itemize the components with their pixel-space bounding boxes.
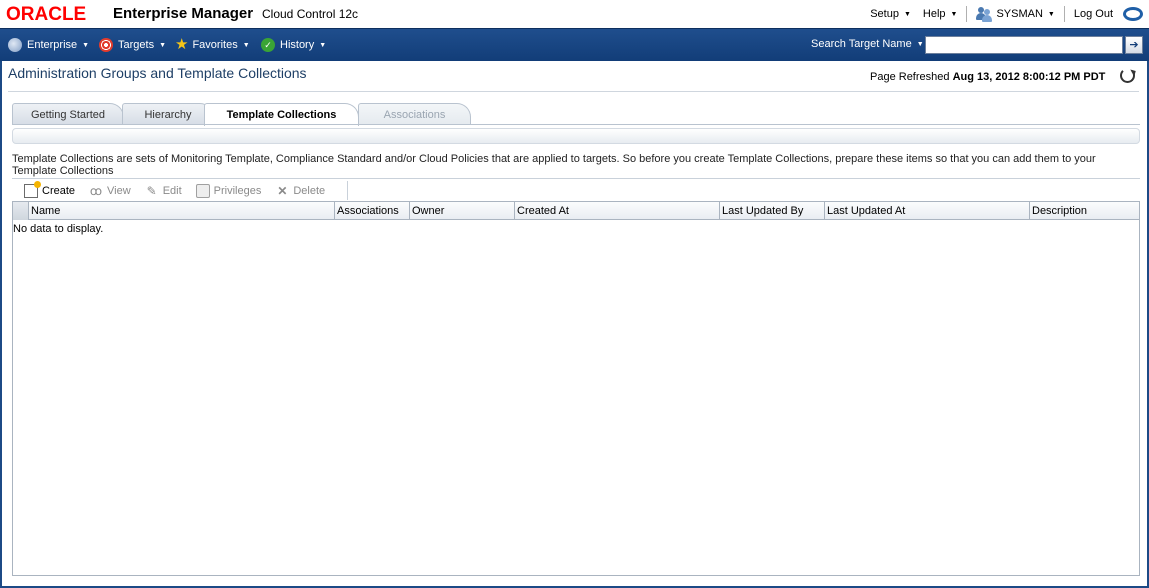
enterprise-icon <box>8 38 22 52</box>
star-icon: ★ <box>175 36 189 53</box>
column-header-associations[interactable]: Associations <box>335 202 410 220</box>
tab-panel-header <box>12 128 1140 144</box>
privileges-label: Privileges <box>213 184 262 197</box>
tab-getting-started[interactable]: Getting Started <box>12 103 124 125</box>
refresh-timestamp: Aug 13, 2012 8:00:12 PM PDT <box>952 71 1106 83</box>
branding-bar: ORACLE Enterprise Manager Cloud Control … <box>0 0 1149 28</box>
column-header-owner[interactable]: Owner <box>410 202 515 220</box>
refresh-prefix: Page Refreshed <box>870 71 950 83</box>
product-edition: Cloud Control 12c <box>262 7 359 21</box>
delete-label: Delete <box>293 184 326 197</box>
user-menu[interactable]: SYSMAN ▼ <box>970 6 1060 22</box>
search-type-selector[interactable]: Search Target Name ▼ <box>811 38 924 50</box>
tab-template-collections[interactable]: Template Collections <box>204 103 359 126</box>
logout-link[interactable]: Log Out <box>1068 8 1119 20</box>
table-toolbar: Create ꝏ View ✎ Edit Privileges ✕ Delete <box>12 178 1140 200</box>
row-selector-header <box>13 202 29 220</box>
glasses-icon: ꝏ <box>89 183 103 198</box>
main-menu-bar: Enterprise ▼ Targets ▼ ★ Favorites ▼ ✓ Hist… <box>0 28 1149 61</box>
chevron-down-icon: ▼ <box>950 10 958 18</box>
chevron-down-icon: ▼ <box>916 40 924 48</box>
column-header-description[interactable]: Description <box>1030 202 1139 220</box>
targets-menu[interactable]: Targets ▼ <box>99 38 166 52</box>
page-description: Template Collections are sets of Monitor… <box>12 153 1096 177</box>
tab-associations: Associations <box>358 103 471 125</box>
column-header-last-updated-by[interactable]: Last Updated By <box>720 202 825 220</box>
setup-menu[interactable]: Setup ▼ <box>864 8 917 20</box>
enterprise-label: Enterprise <box>27 39 78 51</box>
pencil-icon: ✎ <box>146 183 157 198</box>
chevron-down-icon: ▼ <box>159 41 167 49</box>
chevron-down-icon: ▼ <box>242 41 250 49</box>
divider <box>12 124 1140 125</box>
delete-icon: ✕ <box>277 183 288 198</box>
user-icon <box>976 6 993 22</box>
targets-icon <box>99 38 113 52</box>
history-menu[interactable]: ✓ History ▼ <box>261 38 326 52</box>
empty-table-message: No data to display. <box>13 223 104 235</box>
create-label: Create <box>42 184 76 197</box>
enterprise-menu[interactable]: Enterprise ▼ <box>8 38 89 52</box>
toolbar-buttons: Create ꝏ View ✎ Edit Privileges ✕ Delete <box>24 180 349 200</box>
create-button[interactable]: Create <box>24 180 76 198</box>
divider <box>966 6 968 22</box>
edit-button[interactable]: ✎ Edit <box>145 184 182 198</box>
history-label: History <box>280 39 315 51</box>
create-icon <box>24 180 41 198</box>
template-collections-table: Name Associations Owner Created At Last … <box>12 201 1140 576</box>
chevron-down-icon: ▼ <box>1047 10 1055 18</box>
global-links: Setup ▼ Help ▼ SYSMAN ▼ Log Out <box>864 0 1149 28</box>
favorites-menu[interactable]: ★ Favorites ▼ <box>175 36 250 53</box>
user-name: SYSMAN <box>996 8 1043 20</box>
chevron-down-icon: ▼ <box>82 41 90 49</box>
search-target-input[interactable] <box>925 36 1123 54</box>
help-label: Help <box>922 8 946 20</box>
privileges-button[interactable]: Privileges <box>195 183 262 198</box>
delete-button[interactable]: ✕ Delete <box>275 184 325 198</box>
chevron-down-icon: ▼ <box>319 41 327 49</box>
product-title: Enterprise Manager <box>113 5 254 22</box>
view-button[interactable]: ꝏ View <box>89 184 131 198</box>
search-go-button[interactable]: ➔ <box>1125 36 1143 54</box>
edit-label: Edit <box>162 184 182 197</box>
column-header-name[interactable]: Name <box>29 202 335 220</box>
page-title: Administration Groups and Template Colle… <box>8 65 307 81</box>
history-icon: ✓ <box>261 38 275 52</box>
help-menu[interactable]: Help ▼ <box>917 8 964 20</box>
search-type-label: Search Target Name <box>811 38 912 50</box>
column-header-created-at[interactable]: Created At <box>515 202 720 220</box>
divider <box>1063 6 1065 22</box>
view-label: View <box>107 184 131 197</box>
chevron-down-icon: ▼ <box>903 10 911 18</box>
targets-label: Targets <box>118 39 155 51</box>
oracle-logo: ORACLE <box>6 4 87 25</box>
arrow-right-icon: ➔ <box>1129 38 1139 51</box>
column-header-last-updated-at[interactable]: Last Updated At <box>825 202 1030 220</box>
lock-icon <box>195 183 210 198</box>
setup-label: Setup <box>870 8 899 20</box>
favorites-label: Favorites <box>192 39 238 51</box>
table-header: Name Associations Owner Created At Last … <box>13 202 1139 220</box>
divider <box>8 91 1139 92</box>
refresh-icon[interactable] <box>1120 68 1135 83</box>
page-refreshed-info: Page Refreshed Aug 13, 2012 8:00:12 PM P… <box>870 71 1105 83</box>
tab-hierarchy[interactable]: Hierarchy <box>122 103 214 125</box>
oracle-o-icon <box>1123 7 1143 21</box>
